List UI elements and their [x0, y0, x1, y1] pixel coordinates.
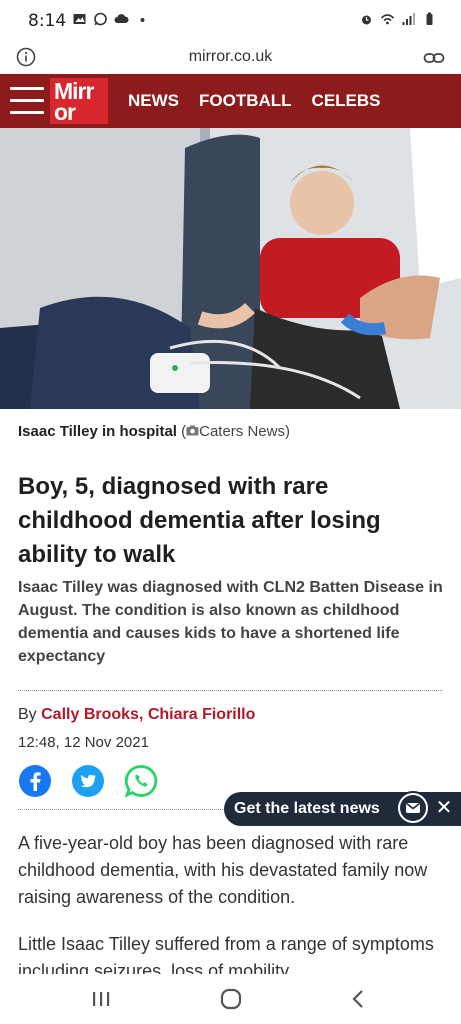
facebook-icon[interactable]: [18, 764, 52, 798]
publish-date: 12:48, 12 Nov 2021: [18, 734, 149, 751]
twitter-icon[interactable]: [71, 764, 105, 798]
newsletter-label[interactable]: Get the latest news: [234, 800, 380, 818]
battery-icon: [426, 12, 433, 25]
envelope-glyph: [400, 795, 426, 821]
dot-icon: [140, 18, 145, 22]
nav-celebs[interactable]: CELEBS: [312, 91, 381, 111]
close-icon[interactable]: ✕: [434, 797, 454, 819]
whatsapp-status-icon: [94, 12, 107, 26]
status-time: 8:14: [28, 11, 67, 31]
byline: By Cally Brooks, Chiara Fiorillo: [18, 706, 255, 724]
home-icon[interactable]: [218, 986, 244, 1012]
site-header: Mirr or NEWS FOOTBALL CELEBS: [0, 74, 461, 128]
status-system-icons: [359, 12, 437, 26]
signal-icon: [402, 13, 415, 25]
status-bar: 8:14: [0, 0, 461, 42]
gallery-icon: [73, 14, 86, 24]
image-caption: Isaac Tilley in hospital (Caters News): [18, 423, 290, 440]
hero-image[interactable]: [0, 128, 461, 409]
browser-url-bar[interactable]: mirror.co.uk: [0, 42, 461, 74]
whatsapp-icon[interactable]: [124, 764, 158, 798]
divider: [18, 690, 443, 691]
system-nav-bar: [0, 974, 461, 1024]
mail-icon[interactable]: [396, 791, 430, 825]
hero-photo: [0, 128, 461, 409]
svg-text:or: or: [54, 99, 76, 124]
cloud-icon: [114, 14, 129, 23]
wifi-icon: [380, 14, 395, 25]
recents-icon[interactable]: [88, 986, 114, 1012]
alarm-icon: [362, 15, 371, 25]
url-text[interactable]: mirror.co.uk: [0, 48, 461, 66]
status-notification-icons: [72, 12, 150, 26]
newsletter-prompt[interactable]: Get the latest news ✕: [224, 791, 461, 826]
primary-nav: NEWS FOOTBALL CELEBS: [128, 91, 381, 111]
article-summary: Isaac Tilley was diagnosed with CLN2 Bat…: [18, 579, 443, 665]
nav-football[interactable]: FOOTBALL: [199, 91, 292, 111]
caption-credit-wrap: (Caters News): [181, 423, 290, 440]
caption-credit: Caters News: [199, 423, 285, 440]
back-icon[interactable]: [346, 986, 372, 1012]
byline-prefix: By: [18, 706, 37, 723]
mirror-logo[interactable]: Mirr or: [50, 78, 108, 125]
menu-icon[interactable]: [10, 87, 44, 115]
nav-news[interactable]: NEWS: [128, 91, 179, 111]
caption-title: Isaac Tilley in hospital: [18, 423, 177, 440]
camera-icon: [186, 425, 199, 436]
article-paragraph: A five-year-old boy has been diagnosed w…: [18, 833, 428, 907]
article-headline: Boy, 5, diagnosed with rare childhood de…: [18, 473, 381, 568]
link-icon[interactable]: [423, 48, 445, 68]
mirror-logo-mark: Mirror: [54, 78, 96, 125]
share-buttons: [18, 764, 158, 798]
author-links[interactable]: Cally Brooks, Chiara Fiorillo: [41, 706, 255, 723]
